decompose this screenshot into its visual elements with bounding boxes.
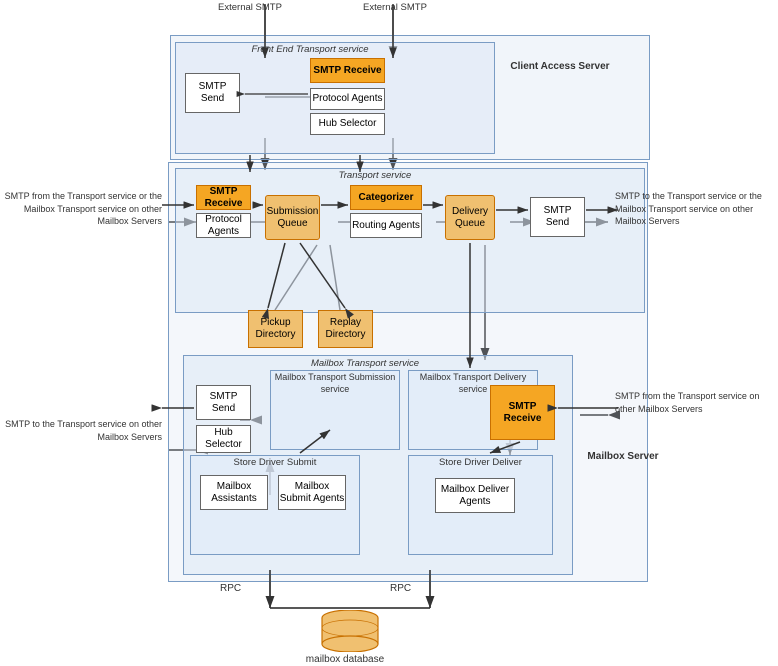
smtp-from-left-label: SMTP from the Transport service or the M… xyxy=(2,190,162,228)
mailbox-assistants: Mailbox Assistants xyxy=(200,475,268,510)
hub-selector-frontend: Hub Selector xyxy=(310,113,385,135)
routing-agents: Routing Agents xyxy=(350,213,422,238)
transport-service-label: Transport service xyxy=(300,170,450,182)
smtp-receive-transport: SMTP Receive xyxy=(196,185,251,210)
mailbox-server-label: Mailbox Server xyxy=(583,450,663,463)
diagram: External SMTP External SMTP Client Acces… xyxy=(0,0,778,663)
store-driver-deliver-label: Store Driver Deliver xyxy=(410,457,551,469)
rpc-right-label: RPC xyxy=(390,582,411,595)
submission-queue: Submission Queue xyxy=(265,195,320,240)
smtp-send-transport: SMTP Send xyxy=(530,197,585,237)
smtp-to-left-label: SMTP to the Transport service on other M… xyxy=(2,418,162,443)
store-driver-submit-label: Store Driver Submit xyxy=(192,457,358,469)
smtp-to-right-label: SMTP to the Transport service or the Mai… xyxy=(615,190,770,228)
mailbox-transport-submission-label: Mailbox Transport Submission service xyxy=(272,372,398,395)
client-access-server-label: Client Access Server xyxy=(510,60,610,73)
external-smtp-right-label: External SMTP xyxy=(355,2,435,14)
protocol-agents-transport: Protocol Agents xyxy=(196,213,251,238)
mailbox-deliver-agents: Mailbox Deliver Agents xyxy=(435,478,515,513)
mailbox-submit-agents: Mailbox Submit Agents xyxy=(278,475,346,510)
smtp-receive-frontend: SMTP Receive xyxy=(310,58,385,83)
categorizer: Categorizer xyxy=(350,185,422,210)
replay-directory: Replay Directory xyxy=(318,310,373,348)
protocol-agents-frontend: Protocol Agents xyxy=(310,88,385,110)
smtp-receive-mailbox: SMTP Receive xyxy=(490,385,555,440)
rpc-left-label: RPC xyxy=(220,582,241,595)
smtp-send-frontend: SMTP Send xyxy=(185,73,240,113)
delivery-queue: Delivery Queue xyxy=(445,195,495,240)
front-end-transport-label: Front End Transport service xyxy=(200,44,420,56)
mailbox-transport-label: Mailbox Transport service xyxy=(240,358,490,370)
mailbox-database-icon xyxy=(320,610,380,652)
smtp-send-mailbox: SMTP Send xyxy=(196,385,251,420)
hub-selector-mailbox: Hub Selector xyxy=(196,425,251,453)
smtp-from-right-label: SMTP from the Transport service on other… xyxy=(615,390,770,415)
mailbox-database-label: mailbox database xyxy=(295,653,395,666)
pickup-directory: Pickup Directory xyxy=(248,310,303,348)
external-smtp-left-label: External SMTP xyxy=(210,2,290,14)
